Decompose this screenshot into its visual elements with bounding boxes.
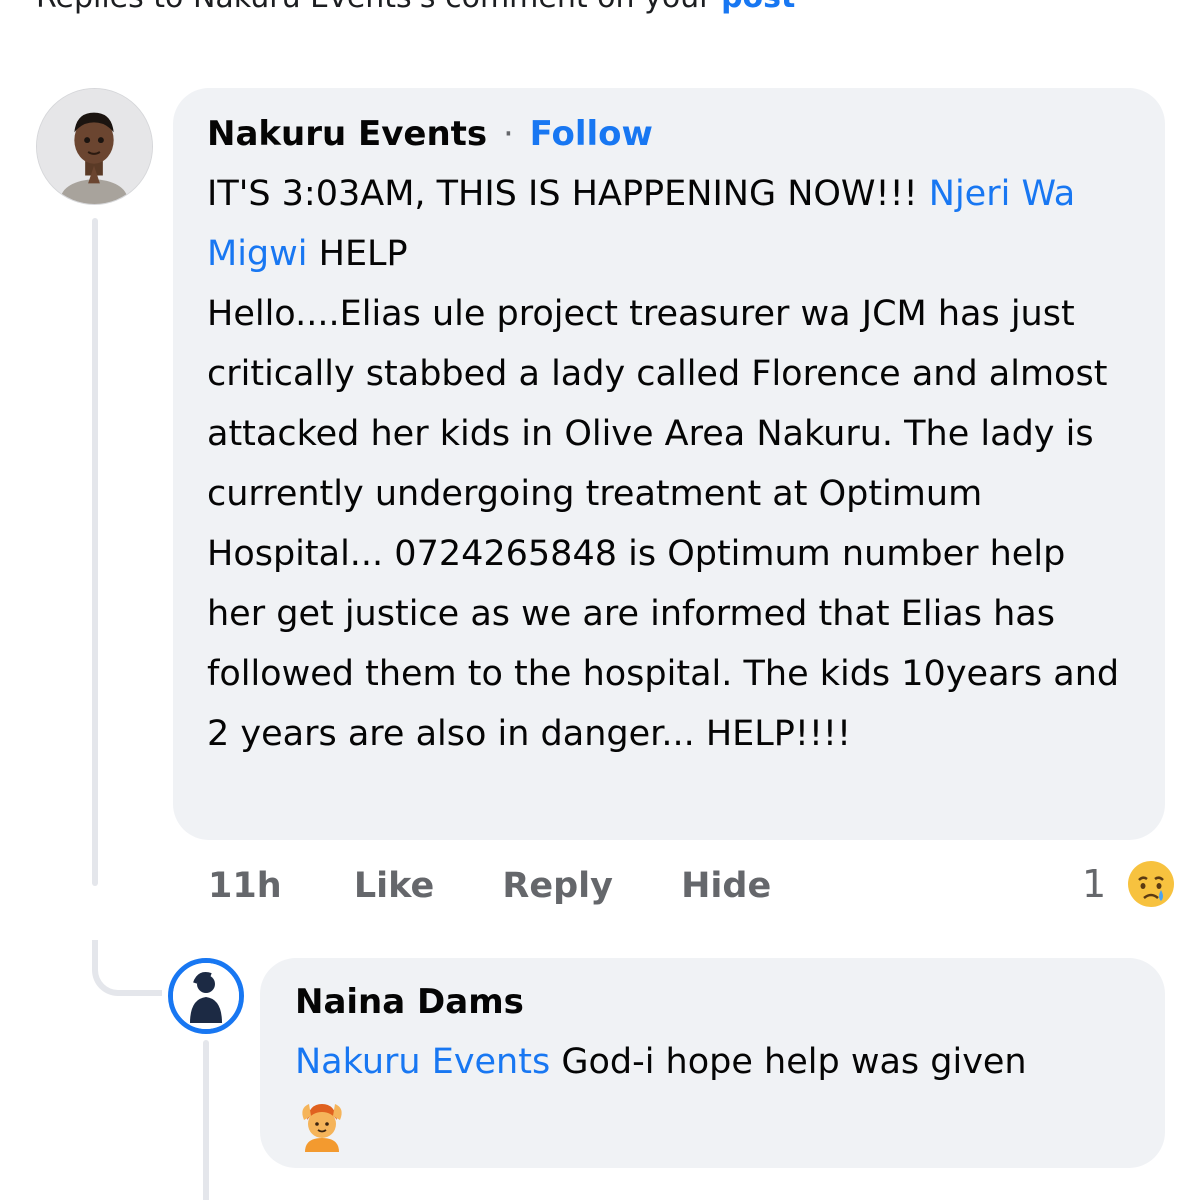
separator-dot: · (503, 114, 514, 154)
comment-author[interactable]: Nakuru Events (207, 114, 487, 154)
comment-actions: 11h Like Reply Hide (208, 862, 827, 910)
user-avatar-icon (173, 963, 239, 1029)
reply-text: Nakuru Events God-i hope help was given (295, 1032, 1130, 1092)
comment-bubble: Nakuru Events · Follow IT'S 3:03AM, THIS… (173, 88, 1165, 840)
post-link[interactable]: post (721, 0, 795, 15)
avatar[interactable] (36, 88, 153, 205)
reaction-count: 1 (1082, 862, 1107, 906)
reply-author[interactable]: Naina Dams (295, 978, 1130, 1026)
reaction-summary[interactable]: 1 (1082, 856, 1176, 912)
comment-text-intro: IT'S 3:03AM, THIS IS HAPPENING NOW!!! (207, 174, 929, 214)
comment-header: Nakuru Events · Follow (207, 110, 1131, 158)
reply-avatar[interactable] (168, 958, 244, 1034)
reply-button[interactable]: Reply (502, 862, 613, 910)
follow-button[interactable]: Follow (530, 114, 653, 154)
user-avatar-icon (37, 89, 152, 204)
header-text: Replies to Nakuru Events's comment on yo… (36, 0, 712, 15)
reply-connector (92, 940, 162, 996)
reply-thread-line (203, 1040, 209, 1200)
crying-face-icon (1128, 860, 1175, 907)
comment-text: IT'S 3:03AM, THIS IS HAPPENING NOW!!! Nj… (207, 164, 1131, 764)
person-gesturing-ok-icon (302, 1104, 342, 1152)
like-button[interactable]: Like (354, 862, 434, 910)
reply-bubble: Naina Dams Nakuru Events God-i hope help… (260, 958, 1165, 1168)
comment-text-help: HELP (307, 234, 408, 274)
hide-button[interactable]: Hide (681, 862, 771, 910)
reply-mention-link[interactable]: Nakuru Events (295, 1042, 550, 1082)
thread-line (92, 218, 98, 886)
timestamp[interactable]: 11h (208, 862, 282, 910)
notification-header: Replies to Nakuru Events's comment on yo… (36, 0, 795, 20)
reply-message: God-i hope help was given (550, 1042, 1027, 1082)
comment-body: Hello....Elias ule project treasurer wa … (207, 294, 1120, 754)
